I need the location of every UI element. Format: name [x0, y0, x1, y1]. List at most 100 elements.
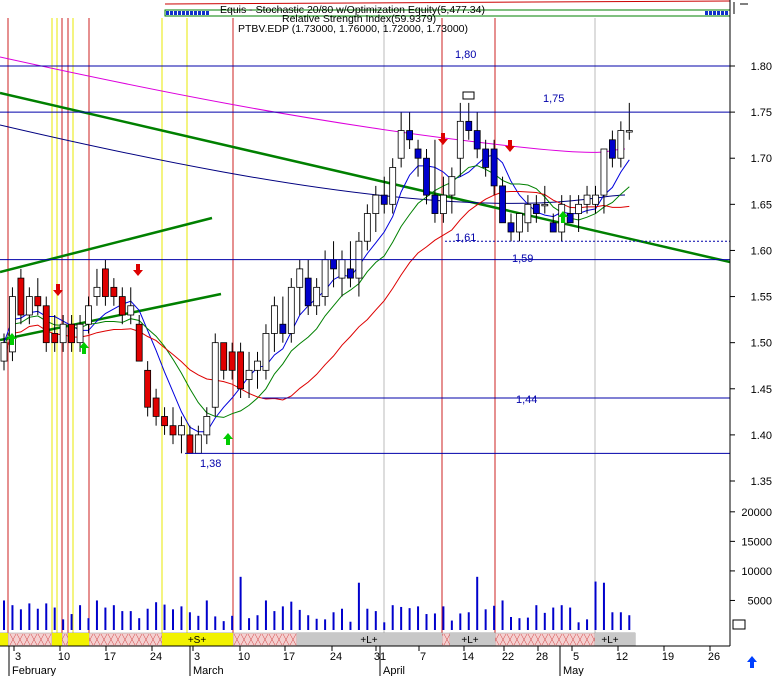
date-tick-label: 12 — [616, 651, 628, 663]
candle-body — [194, 434, 202, 454]
candle-body — [499, 185, 506, 224]
band-label: +L+ — [461, 635, 478, 646]
date-tick-label: 10 — [58, 651, 70, 663]
candle-body — [270, 305, 278, 334]
candle-body — [600, 148, 608, 196]
date-tick-label: 10 — [238, 651, 250, 663]
top-strip-mark — [174, 11, 177, 15]
candle-body — [220, 342, 228, 371]
candle-body — [254, 360, 261, 371]
price-tick-label: 1.75 — [751, 107, 772, 119]
candle-body — [59, 323, 67, 344]
month-label: April — [383, 665, 405, 676]
candle-body — [0, 342, 8, 362]
price-tick-label: 1.60 — [751, 245, 772, 257]
band-label: +S+ — [188, 635, 207, 646]
top-strip-mark — [166, 11, 169, 15]
candle-body — [431, 194, 439, 214]
date-tick-label: 26 — [708, 651, 720, 663]
candle-body — [592, 194, 599, 205]
chart-background — [0, 0, 777, 676]
candle-body — [287, 286, 295, 334]
top-strip-mark — [190, 11, 193, 15]
candle-body — [507, 222, 515, 233]
top-strip-mark — [202, 11, 205, 15]
candle-body — [380, 194, 388, 205]
ex-dividend-marker — [462, 91, 475, 100]
band-label: +L+ — [360, 635, 377, 646]
top-strip-mark — [721, 11, 724, 15]
level-label: 1,61 — [455, 232, 476, 244]
candle-body — [456, 120, 464, 159]
volume-tick-label: 20000 — [741, 507, 772, 519]
candle-body — [203, 416, 211, 436]
candle-body — [338, 259, 346, 279]
date-tick-label: 24 — [150, 651, 162, 663]
candle-body — [583, 194, 591, 205]
candle-body — [186, 434, 194, 454]
candle-body — [51, 333, 59, 344]
candle-body — [423, 157, 430, 196]
top-strip-mark — [194, 11, 197, 15]
date-tick-label: 28 — [536, 651, 548, 663]
candle-body — [389, 167, 397, 205]
price-tick-label: 1.65 — [751, 199, 772, 211]
level-label: 1,75 — [543, 93, 564, 105]
candle-body — [127, 305, 135, 316]
top-strip-mark — [186, 11, 189, 15]
price-tick-label: 1.50 — [751, 338, 772, 350]
signal-bands: +S+ +L+ +L+ +L+ — [0, 632, 636, 647]
top-strip-mark — [705, 11, 708, 15]
candle-body — [617, 130, 625, 159]
candle-body — [363, 213, 371, 242]
candle-body — [473, 130, 481, 150]
candle-body — [102, 268, 109, 297]
price-tick-label: 1.35 — [751, 476, 772, 488]
top-strip-mark — [178, 11, 181, 15]
price-tick-label: 1.40 — [751, 430, 772, 442]
candle-body — [566, 213, 574, 224]
top-strip-mark — [709, 11, 712, 15]
candle-body — [321, 259, 329, 297]
date-tick-label: 22 — [502, 651, 514, 663]
candle-body — [532, 203, 540, 214]
candle-body — [330, 259, 337, 270]
candle-body — [34, 296, 42, 307]
candle-body — [549, 222, 557, 233]
candle-body — [313, 286, 321, 307]
date-tick-label: 24 — [330, 651, 342, 663]
stock-chart: 1,80 1,75 1,61 1,59 1,44 1,38 +S+ +L+ +L+ +L+ 1.… — [0, 0, 777, 676]
candle-body — [76, 323, 84, 344]
candle-body — [414, 148, 422, 159]
candle-body — [541, 203, 549, 207]
candle-body — [575, 203, 582, 214]
security-title: PTBV.EDP (1.73000, 1.76000, 1.72000, 1.7… — [238, 23, 468, 35]
level-label: 1,59 — [512, 253, 533, 265]
date-tick-label: 5 — [573, 651, 579, 663]
candle-body — [144, 369, 152, 408]
candle-body — [296, 268, 304, 288]
candle-body — [245, 369, 253, 380]
candle-body — [17, 277, 25, 316]
candle-body — [625, 130, 633, 133]
candle-body — [93, 286, 101, 297]
level-label: 1,38 — [200, 458, 221, 470]
band-segment-fill — [68, 633, 89, 646]
candle-body — [118, 296, 126, 316]
candle-body — [439, 194, 447, 214]
candle-body — [135, 323, 143, 362]
top-strip-mark — [170, 11, 173, 15]
price-tick-label: 1.70 — [751, 153, 772, 165]
candle-body — [262, 333, 270, 371]
level-label: 1,44 — [516, 394, 537, 406]
band-segment-fill — [0, 633, 8, 646]
date-tick-label: 17 — [283, 651, 295, 663]
top-strip-mark — [713, 11, 716, 15]
candle-body — [211, 342, 219, 408]
candle-body — [524, 203, 532, 224]
candle-body — [465, 120, 473, 131]
volume-tick-label: 15000 — [741, 536, 772, 548]
price-tick-label: 1.55 — [751, 292, 772, 304]
date-tick-label: 14 — [462, 651, 474, 663]
top-strip-mark — [717, 11, 720, 15]
